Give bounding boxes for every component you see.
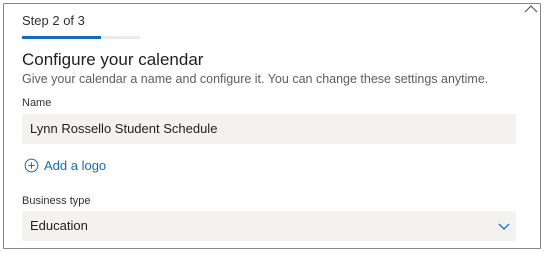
name-field-label: Name	[22, 97, 52, 109]
calendar-name-input[interactable]: Lynn Rossello Student Schedule	[22, 114, 516, 144]
add-circle-icon	[24, 158, 39, 172]
business-type-selected-value: Education	[30, 218, 88, 233]
wizard-progress-fill	[22, 36, 101, 39]
add-logo-button[interactable]: Add a logo	[24, 156, 106, 174]
chevron-down-icon	[498, 223, 510, 230]
configure-calendar-panel: Step 2 of 3 Configure your calendar Give…	[3, 3, 541, 249]
business-type-dropdown[interactable]: Education	[22, 211, 516, 241]
page-title: Configure your calendar	[22, 50, 204, 69]
add-logo-label: Add a logo	[44, 157, 107, 173]
chevron-up-icon[interactable]	[524, 4, 538, 14]
wizard-progress-bar	[22, 36, 140, 39]
step-indicator: Step 2 of 3	[22, 13, 85, 28]
business-type-label: Business type	[22, 195, 91, 207]
page-description: Give your calendar a name and configure …	[22, 72, 489, 86]
